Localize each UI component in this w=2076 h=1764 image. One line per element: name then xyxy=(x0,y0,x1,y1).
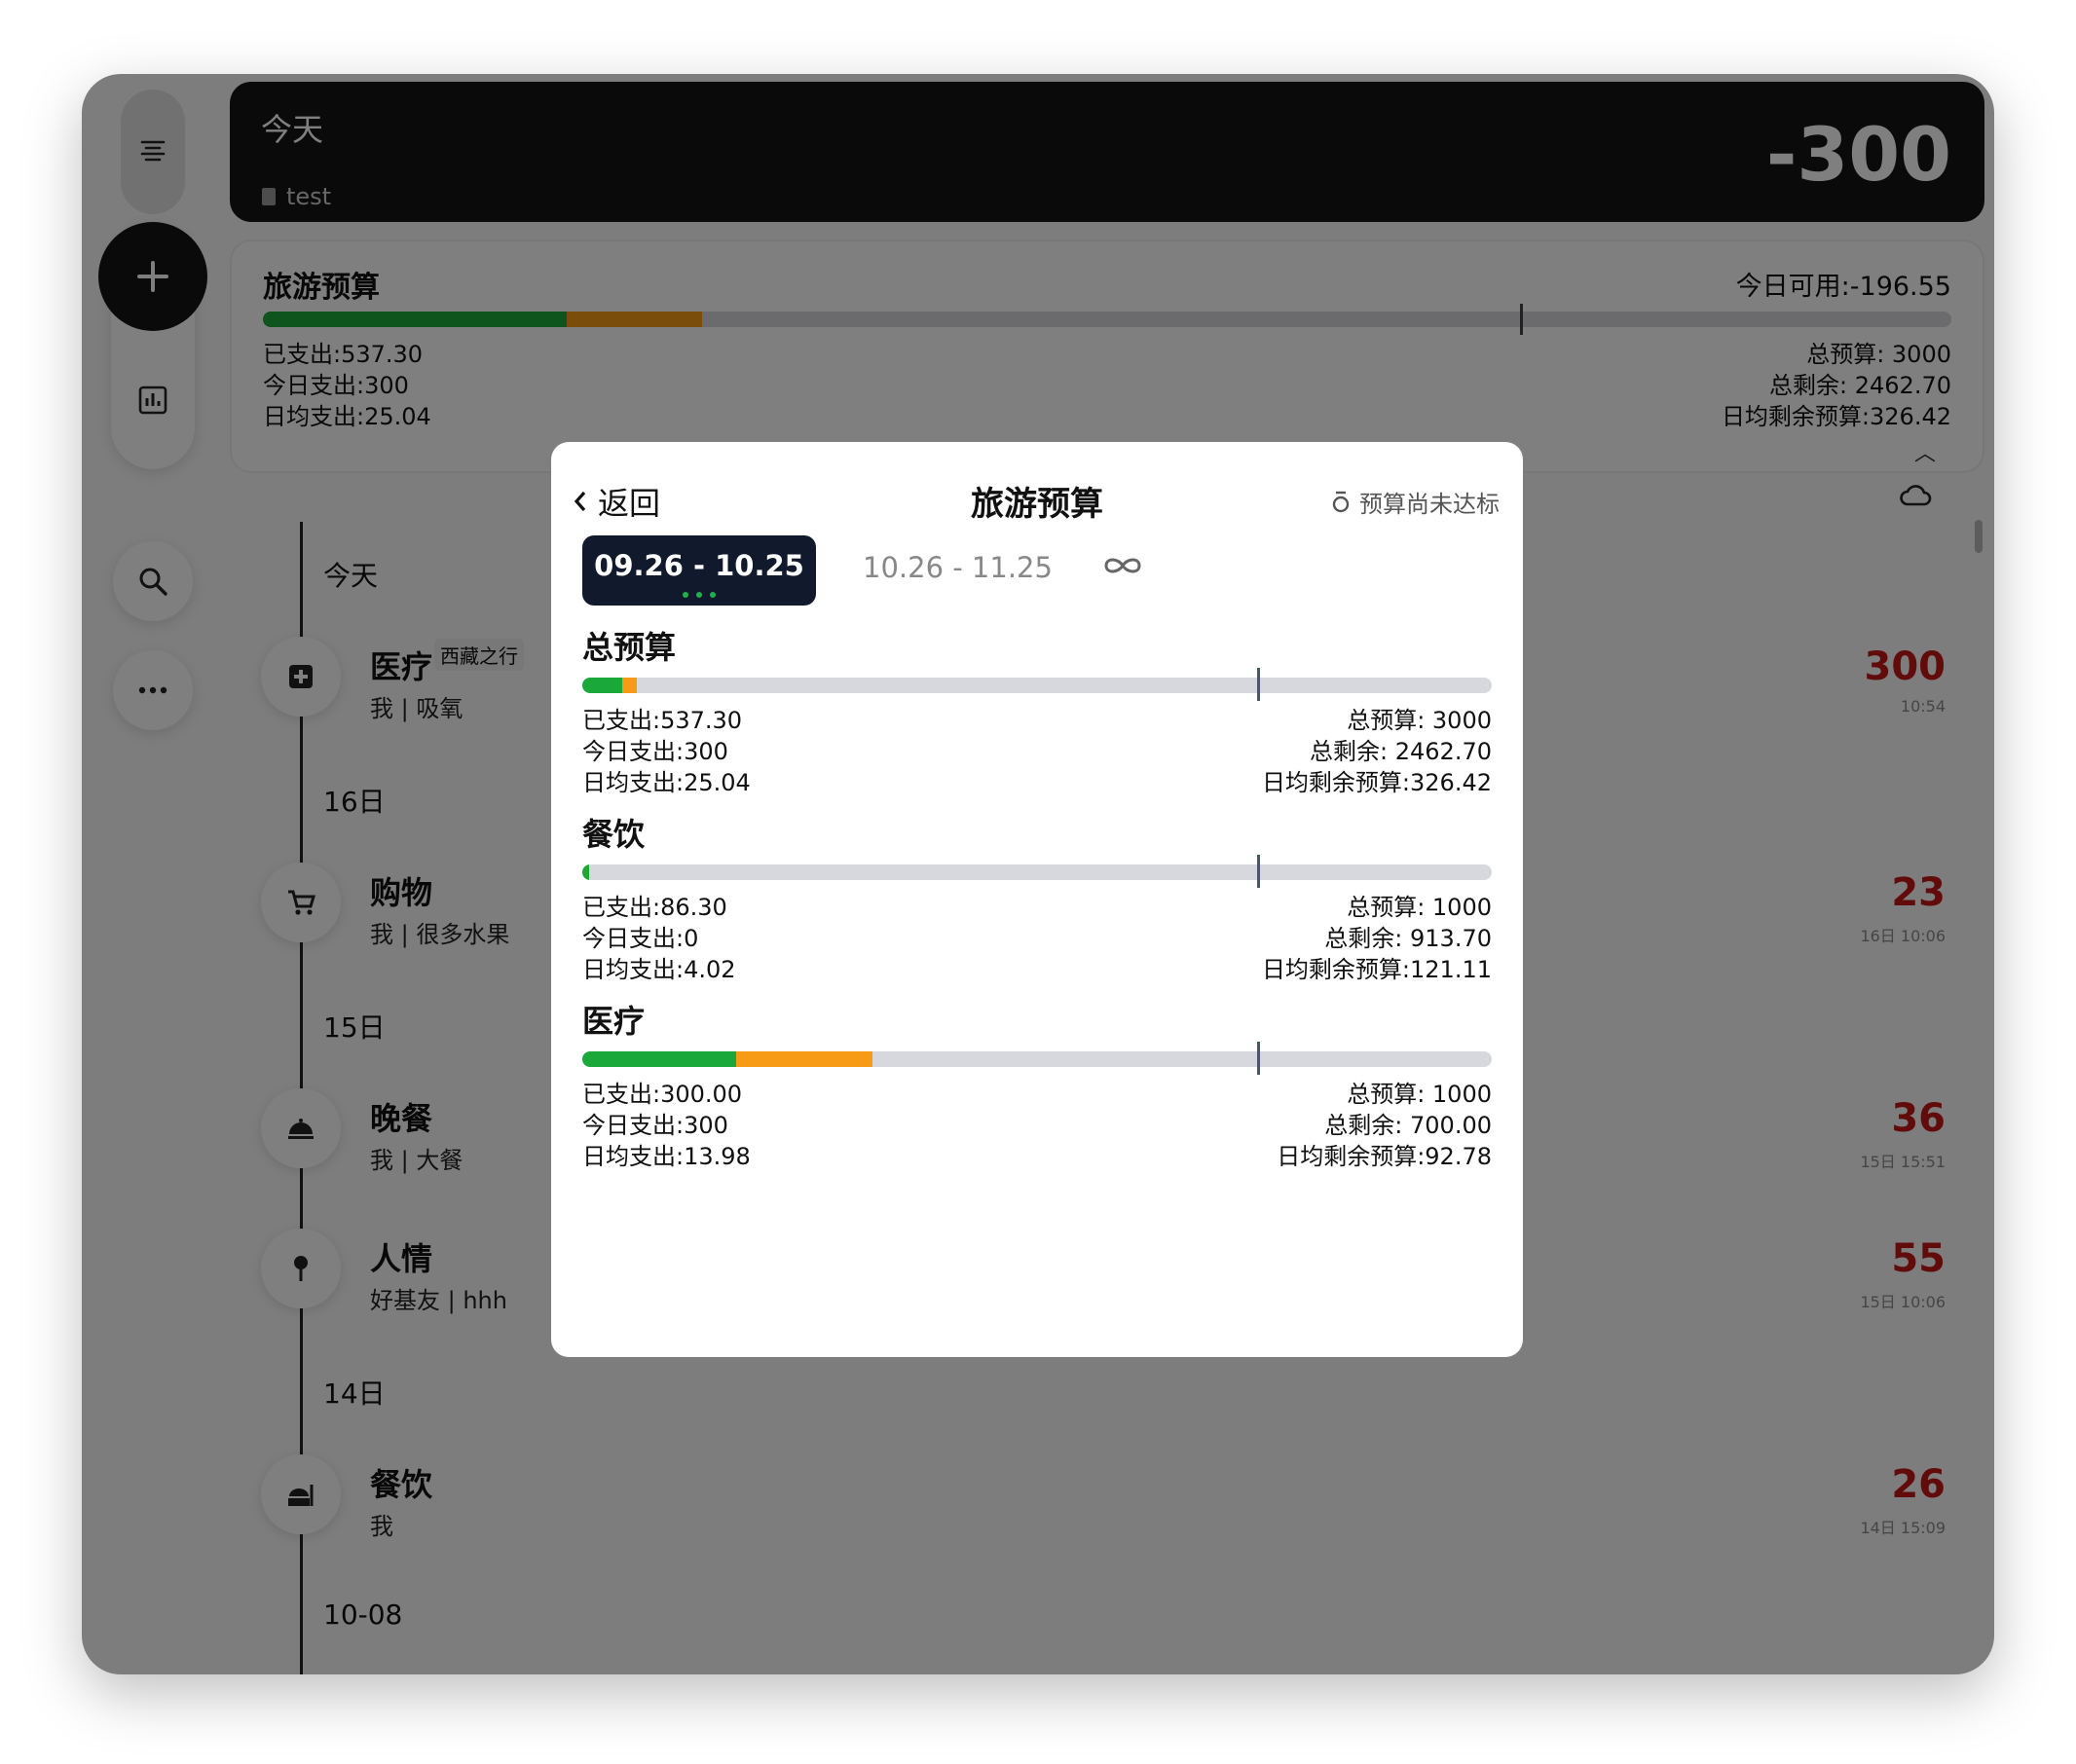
today-fill xyxy=(736,1051,873,1067)
period-tab-active[interactable]: 09.26 - 10.25 xyxy=(582,535,816,606)
progress-marker xyxy=(1257,1042,1261,1075)
budget-detail-modal: 返回 旅游预算 预算尚未达标 09.26 - 10.25 10.26 - 11.… xyxy=(551,442,1523,1357)
section-progress-bar xyxy=(582,1042,1492,1075)
page-dots xyxy=(582,592,816,598)
daily-remaining-text: 日均剩余预算:92.78 xyxy=(1277,1143,1492,1170)
remaining-text: 总剩余: 700.00 xyxy=(1324,1112,1492,1139)
section-title: 餐饮 xyxy=(582,816,646,853)
period-tab[interactable]: 10.26 - 11.25 xyxy=(863,551,1053,584)
section-progress-bar xyxy=(582,668,1492,701)
today-spent-text: 今日支出:0 xyxy=(582,925,699,952)
remaining-text: 总剩余: 913.70 xyxy=(1324,925,1492,952)
period-label: 09.26 - 10.25 xyxy=(594,549,804,582)
spent-fill xyxy=(582,864,590,880)
today-fill xyxy=(622,678,638,693)
remaining-text: 总剩余: 2462.70 xyxy=(1310,738,1492,765)
budget-section[interactable]: 医疗 已支出:300.00 今日支出:300 日均支出:13.98 总预算: 1… xyxy=(582,997,1492,1176)
progress-marker xyxy=(1257,668,1261,701)
today-spent-text: 今日支出:300 xyxy=(582,738,728,765)
spent-text: 已支出:537.30 xyxy=(582,707,743,734)
today-spent-text: 今日支出:300 xyxy=(582,1112,728,1139)
budget-section[interactable]: 餐饮 已支出:86.30 今日支出:0 日均支出:4.02 总预算: 1000 … xyxy=(582,810,1492,989)
infinity-icon[interactable] xyxy=(1102,555,1143,580)
daily-remaining-text: 日均剩余预算:326.42 xyxy=(1261,769,1492,796)
section-title: 总预算 xyxy=(582,629,677,666)
section-progress-bar xyxy=(582,855,1492,888)
budget-status-badge: 预算尚未达标 xyxy=(1330,485,1500,519)
daily-avg-text: 日均支出:4.02 xyxy=(582,956,736,983)
daily-avg-text: 日均支出:25.04 xyxy=(582,769,751,796)
spent-fill xyxy=(582,1051,737,1067)
daily-remaining-text: 日均剩余预算:121.11 xyxy=(1261,956,1492,983)
progress-marker xyxy=(1257,855,1261,888)
medal-icon xyxy=(1332,491,1350,512)
spent-text: 已支出:86.30 xyxy=(582,894,727,921)
spent-text: 已支出:300.00 xyxy=(582,1081,743,1108)
budget-status-text: 预算尚未达标 xyxy=(1359,491,1500,518)
total-budget-text: 总预算: 3000 xyxy=(1347,707,1492,734)
daily-avg-text: 日均支出:13.98 xyxy=(582,1143,751,1170)
total-budget-text: 总预算: 1000 xyxy=(1347,894,1492,921)
spent-fill xyxy=(582,678,623,693)
total-budget-text: 总预算: 1000 xyxy=(1347,1081,1492,1108)
budget-section[interactable]: 总预算 已支出:537.30 今日支出:300 日均支出:25.04 总预算: … xyxy=(582,623,1492,802)
section-title: 医疗 xyxy=(582,1003,646,1040)
